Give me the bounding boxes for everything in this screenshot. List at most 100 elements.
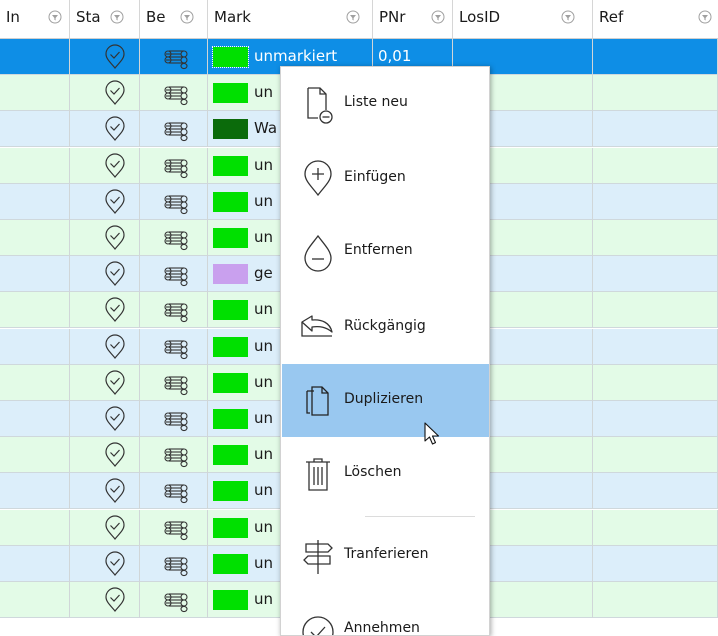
drop-minus-icon — [304, 234, 332, 272]
cell-ref[interactable] — [593, 364, 718, 401]
menu-item-annehmen[interactable]: Annehmen — [282, 593, 489, 635]
cell-in[interactable] — [0, 75, 70, 112]
cell-be[interactable] — [140, 292, 208, 329]
color-swatch — [213, 336, 248, 357]
cell-ref[interactable] — [593, 473, 718, 510]
cell-ref[interactable] — [593, 328, 718, 365]
cell-be[interactable] — [140, 401, 208, 437]
cell-status[interactable] — [70, 328, 140, 365]
cell-be[interactable] — [140, 328, 208, 365]
filter-icon[interactable] — [48, 10, 62, 24]
cell-be[interactable] — [140, 473, 208, 510]
cell-ref[interactable] — [593, 220, 718, 256]
cell-in[interactable] — [0, 183, 70, 220]
cell-status[interactable] — [70, 39, 140, 75]
cell-be[interactable] — [140, 509, 208, 546]
filter-icon[interactable] — [698, 10, 712, 24]
cell-status[interactable] — [70, 75, 140, 112]
cell-be[interactable] — [140, 183, 208, 220]
location-check-icon — [103, 189, 127, 219]
pnr-value: 0,01 — [378, 47, 412, 65]
mark-text: un — [254, 590, 274, 608]
menu-item-entfernen[interactable]: Entfernen — [282, 215, 489, 288]
cell-ref[interactable] — [593, 437, 718, 474]
cell-ref[interactable] — [593, 39, 718, 75]
filter-icon[interactable] — [180, 10, 194, 24]
cell-ref[interactable] — [593, 183, 718, 220]
cell-in[interactable] — [0, 582, 70, 618]
column-header-label: Sta — [76, 8, 101, 26]
mark-text: un — [254, 553, 274, 572]
cell-be[interactable] — [140, 111, 208, 148]
cell-status[interactable] — [70, 364, 140, 401]
column-header-pnr[interactable]: PNr — [373, 0, 453, 38]
cell-in[interactable] — [0, 147, 70, 184]
cell-in[interactable] — [0, 328, 70, 365]
cell-ref[interactable] — [593, 401, 718, 437]
cell-in[interactable] — [0, 256, 70, 293]
menu-item-loeschen[interactable]: Löschen — [282, 437, 489, 510]
cell-status[interactable] — [70, 437, 140, 474]
cell-ref[interactable] — [593, 75, 718, 112]
cell-in[interactable] — [0, 509, 70, 546]
cell-status[interactable] — [70, 401, 140, 437]
menu-item-einfuegen[interactable]: Einfügen — [282, 142, 489, 215]
cell-be[interactable] — [140, 582, 208, 618]
column-header-mark[interactable]: Mark — [208, 0, 373, 38]
cell-ref[interactable] — [593, 545, 718, 582]
cell-ref[interactable] — [593, 582, 718, 618]
filter-icon[interactable] — [110, 10, 124, 24]
cell-in[interactable] — [0, 545, 70, 582]
cell-in[interactable] — [0, 220, 70, 256]
filter-icon[interactable] — [561, 10, 575, 24]
location-check-icon — [103, 587, 127, 617]
cell-ref[interactable] — [593, 111, 718, 148]
cell-in[interactable] — [0, 111, 70, 148]
column-header-in[interactable]: In — [0, 0, 70, 38]
cell-in[interactable] — [0, 437, 70, 474]
cell-be[interactable] — [140, 256, 208, 293]
menu-item-duplizieren[interactable]: Duplizieren — [282, 364, 489, 437]
mark-text: un — [254, 155, 274, 174]
column-header-status[interactable]: Sta — [70, 0, 140, 38]
cell-in[interactable] — [0, 364, 70, 401]
cell-status[interactable] — [70, 111, 140, 148]
cell-status[interactable] — [70, 473, 140, 510]
cell-be[interactable] — [140, 545, 208, 582]
cell-be[interactable] — [140, 220, 208, 256]
cell-be[interactable] — [140, 39, 208, 75]
grid-header: In Sta Be Mark PNr LosID Ref — [0, 0, 718, 39]
cell-be[interactable] — [140, 364, 208, 401]
menu-item-liste-neu[interactable]: Liste neu — [282, 67, 489, 140]
mark-text: ge — [254, 264, 273, 283]
cell-ref[interactable] — [593, 509, 718, 546]
menu-item-tranferieren[interactable]: Tranferieren — [282, 519, 489, 592]
cell-in[interactable] — [0, 473, 70, 510]
cell-status[interactable] — [70, 147, 140, 184]
column-header-ref[interactable]: Ref — [593, 0, 718, 38]
cell-in[interactable] — [0, 39, 70, 75]
column-header-be[interactable]: Be — [140, 0, 208, 38]
cell-status[interactable] — [70, 545, 140, 582]
cell-status[interactable] — [70, 183, 140, 220]
cell-status[interactable] — [70, 256, 140, 293]
location-check-icon — [103, 514, 127, 545]
cell-status[interactable] — [70, 582, 140, 618]
cell-ref[interactable] — [593, 147, 718, 184]
cell-be[interactable] — [140, 75, 208, 112]
check-circle-icon — [302, 616, 334, 635]
column-header-losid[interactable]: LosID — [453, 0, 593, 38]
cell-status[interactable] — [70, 220, 140, 256]
color-swatch — [213, 155, 248, 176]
cell-ref[interactable] — [593, 256, 718, 293]
filter-icon[interactable] — [346, 10, 360, 24]
cell-status[interactable] — [70, 509, 140, 546]
cell-in[interactable] — [0, 401, 70, 437]
cell-be[interactable] — [140, 437, 208, 474]
cell-in[interactable] — [0, 292, 70, 329]
menu-item-rueckgaengig[interactable]: Rückgängig — [282, 291, 489, 364]
cell-be[interactable] — [140, 147, 208, 184]
filter-icon[interactable] — [431, 10, 445, 24]
cell-status[interactable] — [70, 292, 140, 329]
cell-ref[interactable] — [593, 292, 718, 329]
